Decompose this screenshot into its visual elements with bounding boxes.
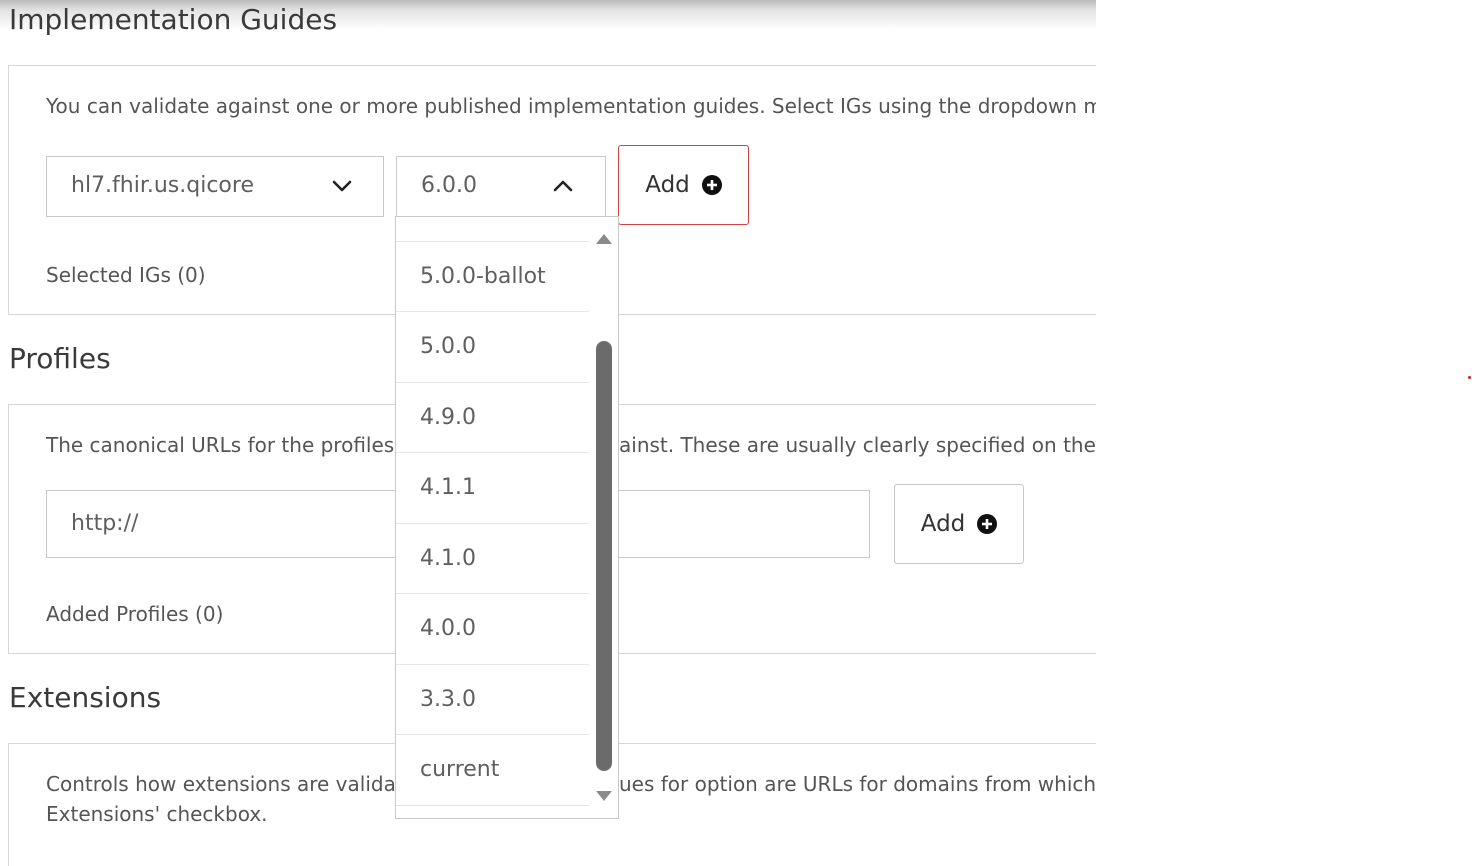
version-option[interactable]: 5.0.0-ballot — [396, 242, 589, 312]
extensions-description-line1-continued: ues for option are URLs for domains from… — [619, 772, 1096, 796]
scroll-up-arrow-icon[interactable] — [595, 233, 613, 245]
plus-circle-icon — [701, 175, 722, 195]
extensions-description-line2: Extensions' checkbox. — [46, 802, 268, 826]
version-option[interactable]: 4.1.1 — [396, 453, 589, 524]
add-ig-label: Add — [645, 172, 690, 198]
version-option[interactable]: current — [396, 735, 589, 806]
cursor-dot — [1468, 376, 1471, 379]
ig-package-select[interactable]: hl7.fhir.us.qicore — [46, 156, 384, 217]
profile-url-value: http:// — [71, 511, 139, 536]
version-option[interactable]: 4.0.0 — [396, 594, 589, 665]
dropdown-scrollbar[interactable] — [590, 217, 618, 818]
ig-package-value: hl7.fhir.us.qicore — [71, 173, 254, 198]
profiles-description-continued: ainst. These are usually clearly specifi… — [619, 433, 1096, 457]
add-profile-label: Add — [920, 511, 966, 537]
profiles-description: The canonical URLs for the profiles y — [46, 433, 413, 457]
add-ig-button[interactable]: Add — [618, 145, 749, 225]
add-profile-button[interactable]: Add — [894, 484, 1024, 564]
added-profiles-count: Added Profiles (0) — [46, 602, 224, 626]
ig-version-select[interactable]: 6.0.0 — [396, 156, 606, 217]
scroll-down-arrow-icon[interactable] — [595, 790, 613, 802]
chevron-up-icon — [553, 180, 573, 192]
version-dropdown-list[interactable]: 6.0.0-ballot5.0.0-ballot5.0.04.9.04.1.14… — [395, 216, 619, 819]
scrollbar-thumb[interactable] — [596, 341, 612, 771]
ig-version-value: 6.0.0 — [421, 173, 477, 198]
version-option[interactable]: 6.0.0-ballot — [396, 217, 589, 242]
version-option[interactable]: 4.1.0 — [396, 524, 589, 594]
extensions-description-line1: Controls how extensions are validat — [46, 772, 404, 796]
ig-section-title: Implementation Guides — [9, 3, 338, 36]
selected-igs-count: Selected IGs (0) — [46, 263, 206, 287]
ig-description: You can validate against one or more pub… — [46, 94, 1096, 118]
chevron-down-icon — [332, 180, 352, 192]
profiles-section-title: Profiles — [9, 342, 111, 375]
plus-circle-icon — [977, 514, 998, 534]
version-options: 6.0.0-ballot5.0.0-ballot5.0.04.9.04.1.14… — [396, 217, 589, 806]
version-option[interactable]: 5.0.0 — [396, 312, 589, 383]
version-option[interactable]: 3.3.0 — [396, 665, 589, 735]
version-option[interactable]: 4.9.0 — [396, 383, 589, 453]
extensions-section-title: Extensions — [9, 681, 162, 714]
